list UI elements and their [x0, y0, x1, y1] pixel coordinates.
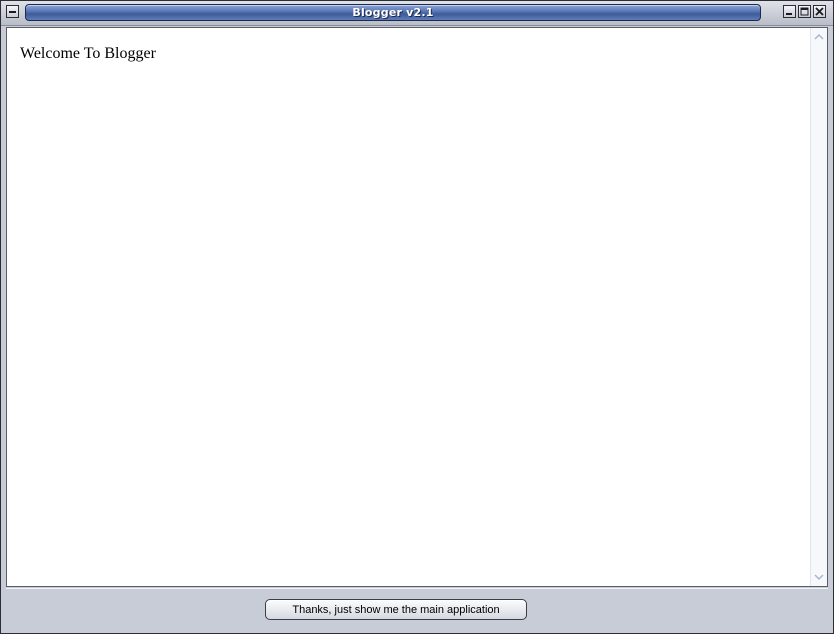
chevron-up-icon[interactable]	[812, 30, 826, 44]
show-main-application-button[interactable]: Thanks, just show me the main applicatio…	[265, 599, 527, 620]
welcome-heading: Welcome To Blogger	[20, 45, 156, 62]
title-pill: Blogger v2.1	[25, 4, 761, 21]
welcome-content: Welcome To Blogger	[7, 28, 810, 586]
chevron-down-icon[interactable]	[812, 570, 826, 584]
minimize-icon[interactable]	[783, 5, 796, 18]
content-frame: Welcome To Blogger	[6, 27, 828, 587]
title-bar[interactable]: Blogger v2.1	[1, 1, 833, 26]
vertical-scrollbar[interactable]	[810, 28, 827, 586]
close-icon[interactable]	[813, 5, 826, 18]
maximize-icon[interactable]	[798, 5, 811, 18]
footer-bar: Thanks, just show me the main applicatio…	[6, 588, 828, 629]
app-window: Blogger v2.1 Welcome To Blogger Thanks, …	[0, 0, 834, 634]
window-title: Blogger v2.1	[352, 6, 434, 19]
window-menu-icon[interactable]	[6, 5, 19, 18]
